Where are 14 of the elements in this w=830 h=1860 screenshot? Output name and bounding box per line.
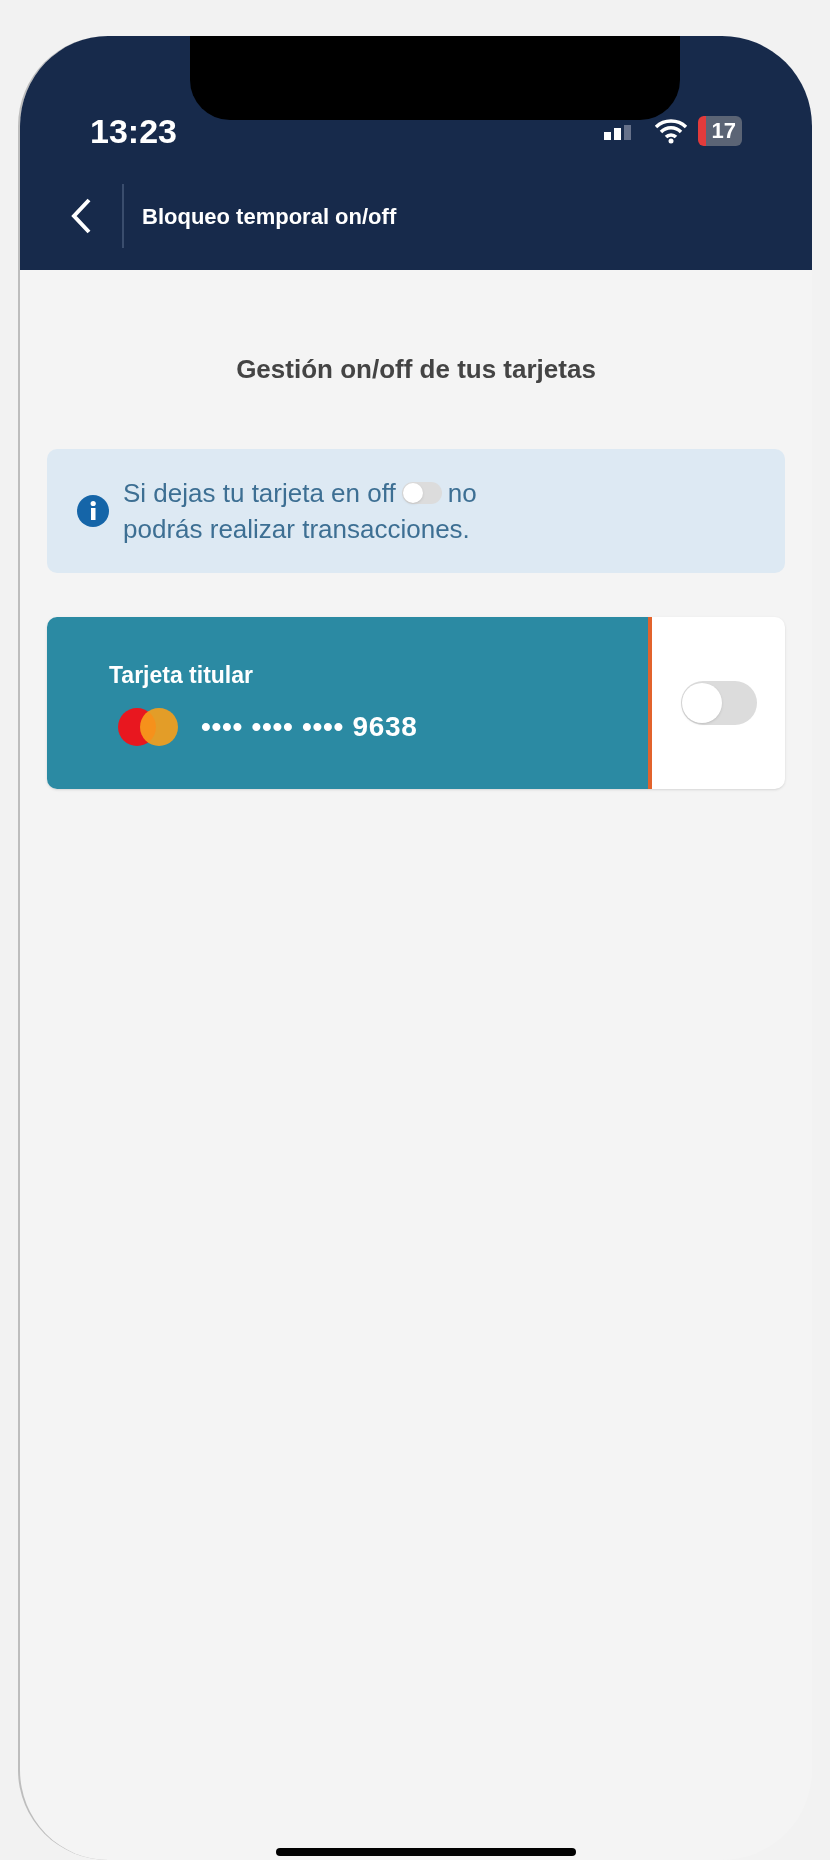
screen-title: Bloqueo temporal on/off: [142, 202, 397, 231]
info-icon: [77, 495, 109, 527]
toggle-switch[interactable]: [680, 681, 757, 725]
info-text-start: Si dejas tu tarjeta en off: [123, 477, 396, 510]
section-heading: Gestión on/off de tus tarjetas: [235, 353, 597, 386]
status-time: 13:23: [90, 110, 177, 152]
info-text-second-line: podrás realizar transacciones.: [123, 513, 470, 546]
battery-level: 17: [697, 116, 742, 146]
mastercard-logo-icon: [117, 707, 179, 748]
back-icon: [70, 197, 92, 235]
card-number: •••• •••• •••• 9638: [201, 710, 418, 745]
card-label: Tarjeta titular: [109, 660, 254, 690]
wifi-icon: [653, 118, 688, 144]
info-text-end: no: [447, 477, 477, 510]
